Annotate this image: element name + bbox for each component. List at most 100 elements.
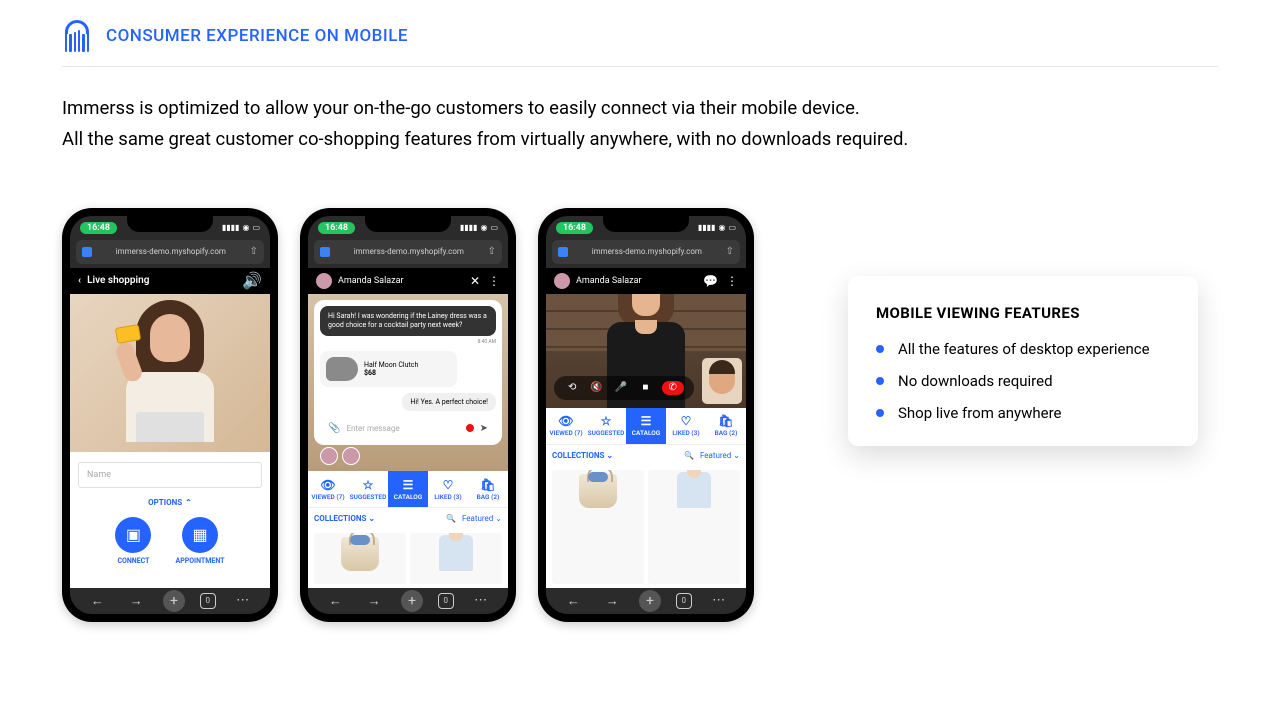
- featured-dropdown[interactable]: Featured ⌄: [462, 514, 502, 523]
- send-icon[interactable]: ➤: [480, 423, 488, 434]
- signal-icon: ▮▮▮▮: [222, 223, 240, 232]
- lock-icon: [82, 247, 92, 257]
- share-icon[interactable]: ⇧: [250, 246, 258, 257]
- mute-icon[interactable]: 🔇: [589, 382, 605, 393]
- connect-button[interactable]: ▣ CONNECT: [115, 517, 151, 565]
- search-icon[interactable]: 🔍: [684, 451, 694, 460]
- share-icon[interactable]: ⇧: [726, 246, 734, 257]
- nav-tabs-icon[interactable]: 0: [438, 593, 454, 609]
- collections-row: COLLECTIONS⌄ 🔍 Featured ⌄: [308, 507, 508, 529]
- share-icon[interactable]: ⇧: [488, 246, 496, 257]
- appointment-button[interactable]: ▦ APPOINTMENT: [175, 517, 224, 565]
- nav-plus-icon[interactable]: +: [163, 590, 185, 612]
- nav-forward-icon[interactable]: →: [124, 593, 148, 609]
- nav-menu-icon[interactable]: ⋯: [231, 593, 255, 608]
- immerss-logo-icon: [62, 20, 92, 52]
- browser-url-bar[interactable]: immerss-demo.myshopify.com ⇧: [552, 240, 740, 264]
- bag-icon: 🛍: [480, 478, 495, 492]
- connect-form: Name OPTIONS⌃ ▣ CONNECT ▦ APPOINTMENT: [70, 452, 270, 588]
- catalog-tabbar: 👁VIEWED (7) ☆SUGGESTED ☰CATALOG ♡LIKED (…: [546, 408, 746, 444]
- heart-icon: ♡: [681, 414, 692, 428]
- back-icon[interactable]: ‹: [78, 275, 81, 286]
- tab-bag[interactable]: 🛍BAG (2): [706, 408, 746, 444]
- speaker-icon[interactable]: 🔊: [242, 271, 262, 290]
- tab-bag[interactable]: 🛍BAG (2): [468, 471, 508, 507]
- star-icon: ☆: [601, 414, 612, 428]
- features-card: MOBILE VIEWING FEATURES All the features…: [848, 276, 1198, 446]
- lock-icon: [320, 247, 330, 257]
- mic-icon[interactable]: 🎤: [613, 382, 629, 393]
- nav-forward-icon[interactable]: →: [600, 593, 624, 609]
- nav-menu-icon[interactable]: ⋯: [707, 593, 731, 608]
- nav-tabs-icon[interactable]: 0: [200, 593, 216, 609]
- video-icon[interactable]: ■: [637, 382, 653, 393]
- phone-notch: [603, 216, 689, 232]
- search-icon[interactable]: 🔍: [446, 514, 456, 523]
- chat-input[interactable]: 📎 Enter message ➤: [320, 417, 496, 439]
- live-shopping-title: Live shopping: [87, 275, 149, 286]
- nav-plus-icon[interactable]: +: [639, 590, 661, 612]
- agent-avatar: [554, 273, 570, 289]
- battery-icon: ▭: [252, 223, 260, 232]
- agent-name: Amanda Salazar: [576, 276, 642, 286]
- product-thumb[interactable]: [648, 470, 740, 584]
- chat-icon[interactable]: 💬: [703, 274, 718, 288]
- page-header: CONSUMER EXPERIENCE ON MOBILE: [62, 20, 1218, 67]
- nav-back-icon[interactable]: ←: [323, 593, 347, 609]
- bullet-icon: [876, 409, 884, 417]
- browser-url-bar[interactable]: immerss-demo.myshopify.com ⇧: [314, 240, 502, 264]
- tab-suggested[interactable]: ☆SUGGESTED: [586, 408, 626, 444]
- product-thumb[interactable]: [410, 533, 502, 584]
- bullet-icon: [876, 345, 884, 353]
- more-icon[interactable]: ⋮: [488, 274, 500, 288]
- tab-suggested[interactable]: ☆SUGGESTED: [348, 471, 388, 507]
- nav-back-icon[interactable]: ←: [561, 593, 585, 609]
- phone-mockups: 16:48 ▮▮▮▮◉▭ immerss-demo.myshopify.com …: [62, 208, 754, 622]
- chat-header: Amanda Salazar ✕ ⋮: [308, 268, 508, 294]
- end-call-icon[interactable]: ✆: [662, 381, 684, 395]
- collections-dropdown[interactable]: COLLECTIONS⌄: [552, 451, 613, 460]
- agent-name: Amanda Salazar: [338, 276, 404, 286]
- chevron-down-icon: ⌄: [368, 514, 375, 523]
- agent-avatar: [316, 273, 332, 289]
- tab-viewed[interactable]: 👁VIEWED (7): [546, 408, 586, 444]
- flip-camera-icon[interactable]: ⟲: [564, 382, 580, 393]
- name-input[interactable]: Name: [78, 462, 262, 488]
- content-row: 16:48 ▮▮▮▮◉▭ immerss-demo.myshopify.com …: [62, 208, 1218, 622]
- page-title: CONSUMER EXPERIENCE ON MOBILE: [106, 26, 408, 46]
- featured-dropdown[interactable]: Featured ⌄: [700, 451, 740, 460]
- feature-item: No downloads required: [876, 372, 1170, 390]
- phone-notch: [127, 216, 213, 232]
- hero-image: [70, 294, 270, 452]
- nav-forward-icon[interactable]: →: [362, 593, 386, 609]
- product-image: [326, 357, 358, 381]
- list-icon: ☰: [403, 478, 414, 492]
- live-shopping-header: ‹ Live shopping 🔊: [70, 268, 270, 294]
- tab-catalog[interactable]: ☰CATALOG: [388, 471, 428, 507]
- nav-tabs-icon[interactable]: 0: [676, 593, 692, 609]
- tab-liked[interactable]: ♡LIKED (3): [428, 471, 468, 507]
- tab-viewed[interactable]: 👁VIEWED (7): [308, 471, 348, 507]
- nav-back-icon[interactable]: ←: [85, 593, 109, 609]
- more-icon[interactable]: ⋮: [726, 274, 738, 288]
- self-video-pip[interactable]: [702, 358, 742, 404]
- attach-icon[interactable]: 📎: [328, 423, 340, 434]
- chevron-down-icon: ⌄: [606, 451, 613, 460]
- product-thumb[interactable]: [314, 533, 406, 584]
- tab-catalog[interactable]: ☰CATALOG: [626, 408, 666, 444]
- nav-menu-icon[interactable]: ⋯: [469, 593, 493, 608]
- status-icons: ▮▮▮▮◉▭: [222, 223, 260, 232]
- record-icon[interactable]: [466, 424, 474, 432]
- options-toggle[interactable]: OPTIONS⌃: [148, 498, 192, 507]
- participant-avatar: [342, 447, 360, 465]
- collections-dropdown[interactable]: COLLECTIONS⌄: [314, 514, 375, 523]
- close-icon[interactable]: ✕: [470, 274, 480, 288]
- status-time: 16:48: [556, 222, 593, 234]
- product-card[interactable]: Half Moon Clutch $68: [320, 351, 457, 387]
- browser-url-bar[interactable]: immerss-demo.myshopify.com ⇧: [76, 240, 264, 264]
- status-time: 16:48: [80, 222, 117, 234]
- product-thumb[interactable]: [552, 470, 644, 584]
- nav-plus-icon[interactable]: +: [401, 590, 423, 612]
- customer-message: Hi Sarah! I was wondering if the Lainey …: [320, 306, 496, 336]
- tab-liked[interactable]: ♡LIKED (3): [666, 408, 706, 444]
